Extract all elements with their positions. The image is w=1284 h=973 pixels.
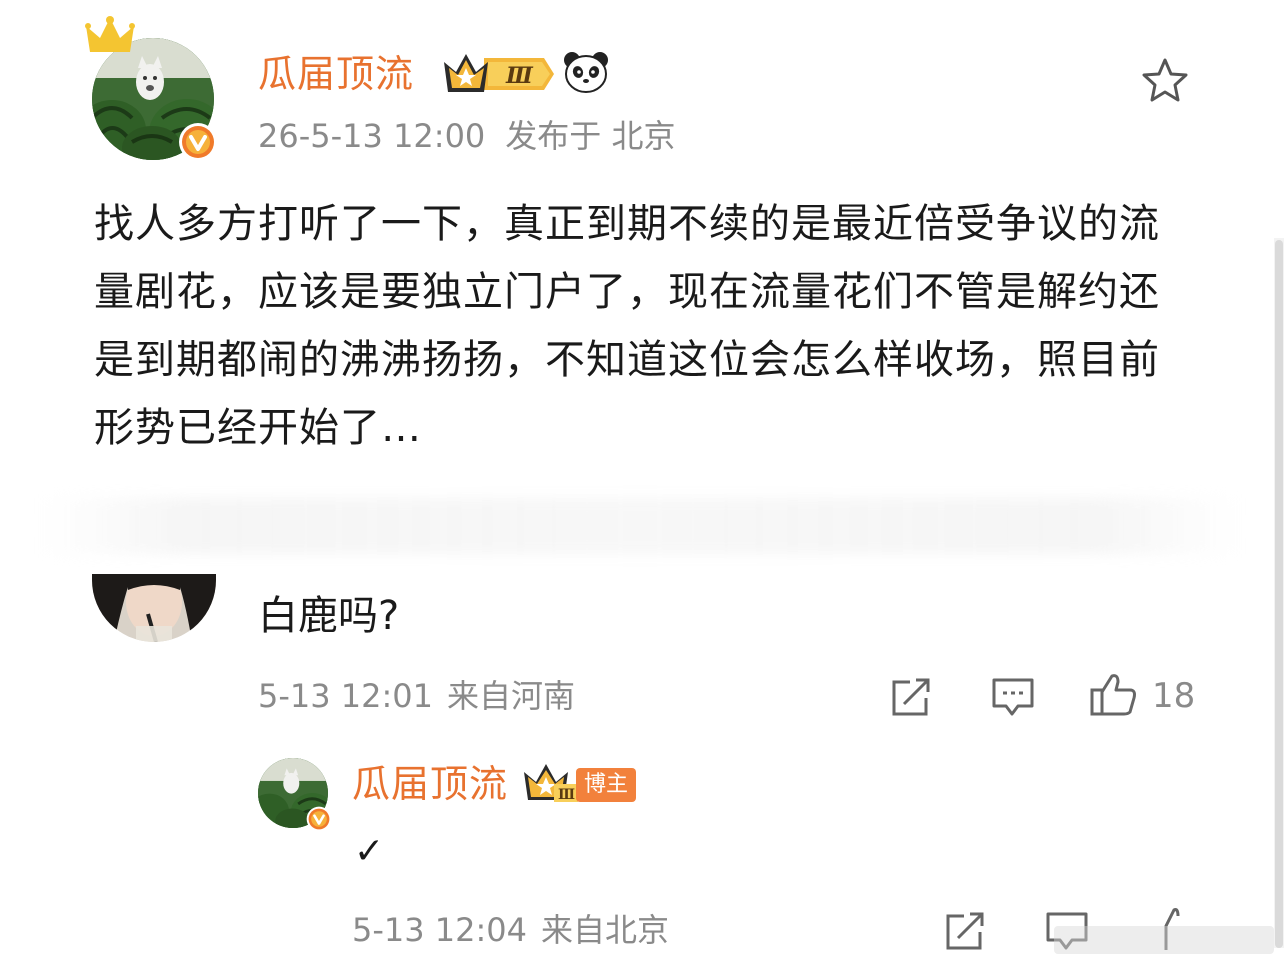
scrollbar-thumb[interactable] [1275, 240, 1283, 948]
like-count: 18 [1152, 676, 1196, 716]
reply-author-name[interactable]: 瓜届顶流 [352, 760, 508, 808]
verified-icon [179, 123, 217, 161]
blurred-divider [40, 498, 1240, 554]
level-badge-text: Ⅲ [505, 63, 534, 89]
favorite-star-icon[interactable] [1140, 56, 1190, 104]
svg-text:Ⅲ: Ⅲ [558, 787, 575, 803]
comment-timestamp: 5-13 12:01 [258, 677, 434, 715]
post-timestamp: 26-5-13 12:00 [258, 117, 486, 155]
panda-icon [564, 52, 608, 93]
crown-icon [85, 16, 135, 52]
reply-meta: 5-13 12:04 来自北京 [352, 910, 683, 950]
comment-meta: 5-13 12:01 来自河南 [258, 676, 589, 716]
post-author-name[interactable]: 瓜届顶流 [258, 50, 414, 98]
reply-author-avatar[interactable] [258, 758, 332, 832]
reply-location: 来自北京 [541, 911, 670, 949]
reply-text: ✓ [354, 831, 385, 872]
membership-level-badge: Ⅲ [444, 54, 554, 92]
reply-timestamp: 5-13 12:04 [352, 911, 528, 949]
share-icon[interactable] [890, 676, 934, 718]
post-author-avatar[interactable] [85, 16, 217, 162]
comment-icon[interactable] [990, 676, 1036, 718]
blogger-badge: 博主 [576, 768, 637, 802]
commenter-avatar[interactable] [92, 574, 216, 642]
like-thumb-icon[interactable] [1088, 672, 1138, 718]
comment-text: 白鹿吗? [258, 593, 400, 639]
verified-icon [306, 806, 332, 832]
membership-level-badge: Ⅲ [524, 764, 578, 803]
post-content: 找人多方打听了一下，真正到期不续的是最近倍受争议的流量剧花，应该是要独立门户了，… [94, 201, 1160, 451]
share-icon[interactable] [944, 910, 988, 952]
post-meta: 26-5-13 12:00 发布于 北京 [258, 116, 695, 156]
comment-location: 来自河南 [447, 677, 576, 715]
watermark [1054, 926, 1274, 954]
post-location: 发布于 北京 [505, 117, 676, 155]
